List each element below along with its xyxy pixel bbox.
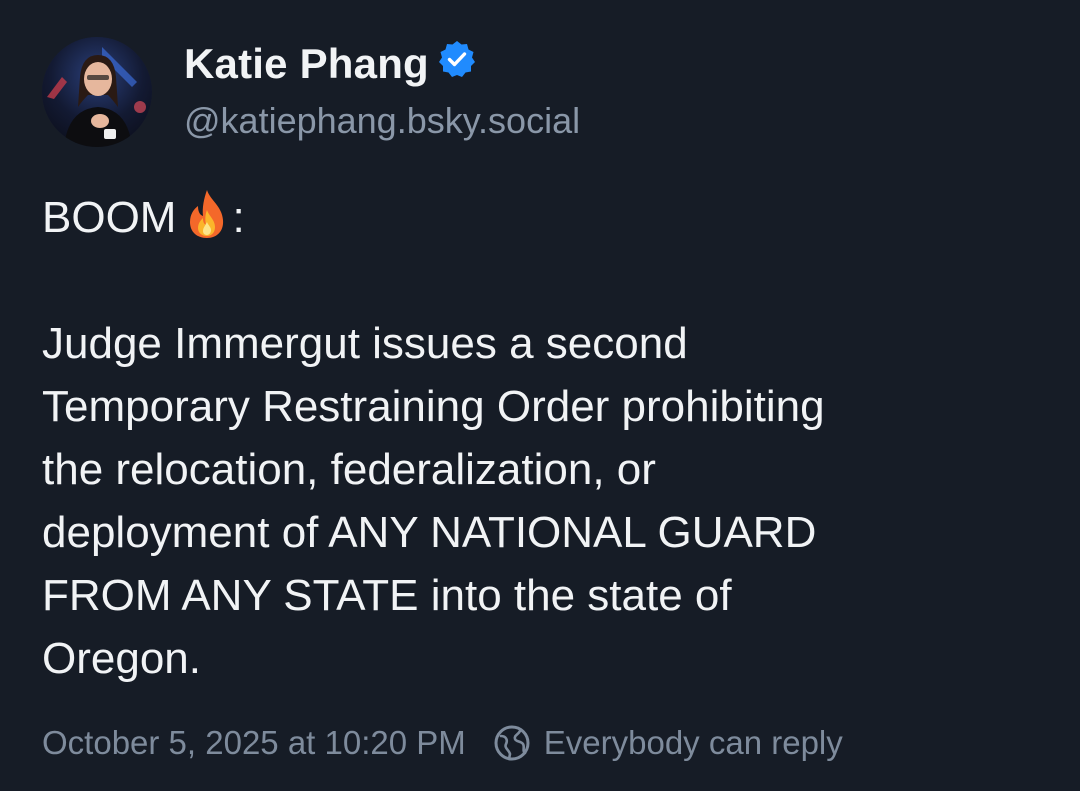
post-paragraph-line: Judge Immergut issues a second [42, 319, 688, 368]
avatar[interactable] [42, 37, 152, 147]
post-card: Katie Phang @katiephang.bsky.social BOOM… [0, 0, 1080, 791]
post-paragraph-line: deployment of ANY NATIONAL GUARD [42, 508, 817, 557]
post-paragraph-line: Oregon. [42, 634, 201, 683]
post-paragraph-line: the relocation, federalization, or [42, 445, 656, 494]
post-line-1: BOOM : [42, 186, 1032, 249]
post-header: Katie Phang @katiephang.bsky.social [42, 36, 1038, 148]
post-opening-word: BOOM [42, 193, 177, 242]
post-timestamp[interactable]: October 5, 2025 at 10:20 PM [42, 718, 466, 768]
author-handle[interactable]: @katiephang.bsky.social [184, 97, 580, 145]
reply-setting[interactable]: Everybody can reply [544, 718, 843, 768]
fire-emoji-icon [190, 190, 224, 238]
post-text: BOOM : Judge Immergut issues a second Te… [42, 186, 1032, 690]
display-name[interactable]: Katie Phang [184, 39, 429, 89]
post-footer: October 5, 2025 at 10:20 PM Everybody ca… [42, 718, 843, 768]
post-paragraph-line: FROM ANY STATE into the state of [42, 571, 732, 620]
verified-badge-icon [438, 41, 475, 77]
avatar-image [42, 37, 152, 147]
name-row: Katie Phang [184, 39, 580, 89]
globe-icon [494, 725, 530, 761]
author-info: Katie Phang @katiephang.bsky.social [184, 39, 580, 145]
post-opening-colon: : [232, 193, 245, 242]
post-paragraph-line: Temporary Restraining Order prohibiting [42, 382, 825, 431]
